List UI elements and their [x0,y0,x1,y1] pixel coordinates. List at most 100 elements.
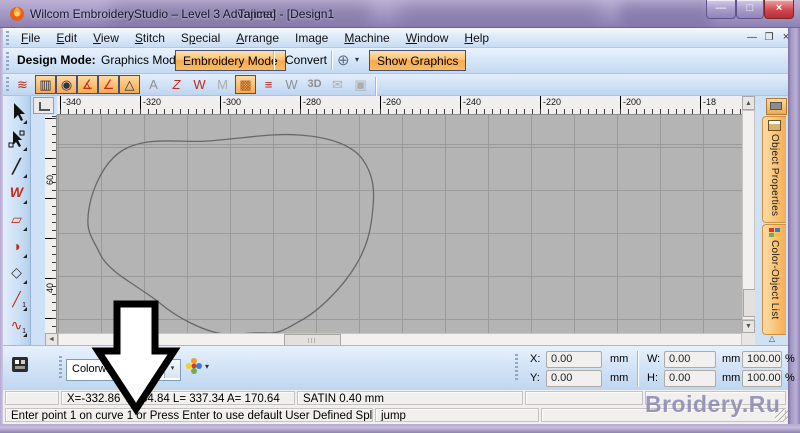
menu-file[interactable]: File [13,28,48,48]
globe-caret-icon[interactable]: ▾ [355,48,359,72]
w-field[interactable]: 0.00 [664,351,716,368]
w-label: W: [647,353,660,365]
user-split-icon[interactable]: W [281,75,302,94]
right-dock-strip: Object Properties Color-Object List △ ▼ [755,96,788,347]
radial-fill-icon[interactable]: ∠ [98,75,119,94]
background-window-blur [620,2,710,26]
scale-x-field[interactable]: 100.00 [742,351,782,368]
convert-button[interactable]: Convert [279,48,333,73]
tab-scroll-up-icon[interactable]: △ [769,334,775,343]
window-title-machine: Tajima] [238,7,276,21]
minimize-button[interactable]: — [706,0,736,19]
combo-dropdown-icon[interactable]: ▾ [164,360,180,378]
run-stitch-icon[interactable]: ≋ [12,75,33,94]
lettering-tool[interactable]: W [5,180,28,205]
h-unit: mm [722,372,740,384]
column-a-icon[interactable]: A [143,75,164,94]
x-field[interactable]: 0.00 [546,351,602,368]
h-field[interactable]: 0.00 [664,370,716,387]
menu-view[interactable]: View [85,28,127,48]
ruler-origin-button[interactable] [33,97,54,114]
window-border-bottom [0,424,800,433]
design-outline-curve [57,115,742,333]
toolbar-separator [273,51,274,70]
select-tool[interactable] [5,100,28,125]
envelope-icon[interactable]: ✉ [327,75,348,94]
tatami-fill-icon[interactable]: ▥ [35,75,56,94]
fill-hole-icon: ◑ [12,238,20,254]
panel-separator [637,351,638,387]
toolbar-grip[interactable] [6,52,9,70]
embroidery-mode-button[interactable]: Embroidery Mode [175,50,286,71]
menu-image[interactable]: Image [287,28,336,48]
pattern-fill-icon[interactable]: ▩ [235,75,256,94]
closed-shape-tool[interactable]: ▱ [5,207,28,232]
design-mode-toolbar: Design Mode: Graphics Mode Embroidery Mo… [3,48,788,74]
vscroll-down-arrow[interactable]: ▼ [742,320,755,333]
vscroll-up-arrow[interactable]: ▲ [742,96,755,110]
insert-artwork-button[interactable] [9,354,33,376]
reshape-tool[interactable] [5,127,28,152]
3d-effect-icon[interactable]: 3D [304,75,325,94]
horizontal-ruler: -340 -320 -300 -280 -260 -240 -220 -200 … [57,96,742,115]
design-canvas[interactable] [57,115,742,333]
menu-edit[interactable]: Edit [48,28,85,48]
menubar: File Edit View Stitch Special Arrange Im… [3,28,788,48]
flexi-split-icon[interactable]: Z [166,75,187,94]
application-window: Wilcom EmbroideryStudio – Level 3 Advanc… [0,0,800,433]
scale-y-field[interactable]: 100.00 [742,370,782,387]
close-button[interactable]: × [764,0,794,19]
panel-window-icon[interactable] [766,98,787,115]
fan-fill-icon[interactable]: ∡ [77,75,98,94]
zigzag-icon[interactable]: W [189,75,210,94]
toolbar-grip[interactable] [6,31,9,45]
satin-raised-icon[interactable]: ≡ [258,75,279,94]
basket-icon[interactable]: ▣ [350,75,371,94]
tab-object-properties[interactable]: Object Properties [762,116,786,223]
ruler-label: -280 [303,97,321,107]
menu-machine[interactable]: Machine [336,28,397,48]
motif-fill-icon[interactable]: ◉ [56,75,77,94]
toolbar-grip[interactable] [515,354,518,382]
colorway-palette-button[interactable]: ▾ [185,357,215,379]
palette-caret-icon[interactable]: ▾ [205,355,209,379]
menu-help[interactable]: Help [456,28,497,48]
tool-number: 1 [22,328,26,335]
menu-arrange[interactable]: Arrange [228,28,287,48]
menu-special[interactable]: Special [173,28,228,48]
fill-hole-tool[interactable]: ◑ [5,234,28,259]
mdi-close-button[interactable]: × [778,31,794,45]
show-graphics-button[interactable]: Show Graphics [369,50,466,71]
reshape-nodes-tool[interactable]: ◇ [5,260,28,285]
toolbar-grip[interactable] [59,356,62,380]
menu-stitch[interactable]: Stitch [127,28,173,48]
prompt-message: Enter point 1 on curve 1 or Press Enter … [5,408,373,422]
ruler-label: -320 [143,97,161,107]
mdi-minimize-button[interactable]: — [744,31,760,45]
contour-fill-icon[interactable]: △ [119,75,140,94]
ruler-label: -300 [223,97,241,107]
e-stitch-icon[interactable]: M [212,75,233,94]
y-field[interactable]: 0.00 [546,370,602,387]
cursor-arrow-icon [5,100,28,125]
vertical-scrollbar[interactable] [742,110,755,320]
toolbar-grip[interactable] [6,77,9,93]
globe-icon[interactable]: ⊕ [337,50,350,71]
single-line-tool[interactable]: ╱1 [5,287,28,312]
color-list-icon [769,228,780,237]
tab-color-object-list[interactable]: Color-Object List [762,224,786,335]
colorway-select[interactable]: Colorway 1 ▾ [66,359,181,381]
toolbox: ╱ W ▱ ◑ ◇ ╱1 ∿1 [3,96,31,346]
ruler-label: -240 [463,97,481,107]
tool-number: 1 [22,302,26,309]
triple-run-tool[interactable]: ∿1 [5,313,28,338]
bottom-toolbar-band: Colorway 1 ▾ ▾ X: 0.00 mm Y: 0.00 mm W: … [3,345,788,390]
ruler-label: -200 [623,97,641,107]
toolbar-separator [331,51,332,70]
y-label: Y: [530,372,540,384]
menu-window[interactable]: Window [398,28,457,48]
mdi-restore-button[interactable]: ❐ [761,31,777,45]
maximize-button[interactable]: □ [736,0,764,19]
knife-tool[interactable]: ╱ [5,154,28,179]
y-unit: mm [610,372,628,384]
